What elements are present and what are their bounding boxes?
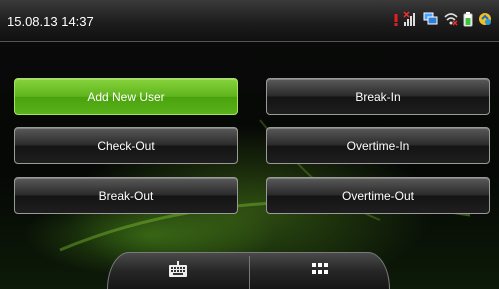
keyboard-icon xyxy=(168,260,188,283)
break-in-button[interactable]: Break-In xyxy=(266,78,490,115)
signal-icon xyxy=(403,10,419,32)
device-screen: 15.08.13 14:37 Add New User Break-In Che… xyxy=(0,0,499,289)
alert-icon xyxy=(393,11,399,32)
overtime-in-button[interactable]: Overtime-In xyxy=(266,127,490,164)
keyboard-button[interactable] xyxy=(108,253,248,289)
battery-icon xyxy=(463,11,473,32)
network-icon xyxy=(423,11,439,32)
sync-icon xyxy=(477,11,493,32)
overtime-out-button[interactable]: Overtime-Out xyxy=(266,177,490,214)
status-datetime: 15.08.13 14:37 xyxy=(7,14,94,29)
wifi-icon xyxy=(443,11,459,32)
add-new-user-button[interactable]: Add New User xyxy=(14,78,238,115)
bottom-dock xyxy=(107,252,390,289)
check-out-button[interactable]: Check-Out xyxy=(14,127,238,164)
status-bar: 15.08.13 14:37 xyxy=(0,0,499,42)
grid-menu-icon xyxy=(311,262,329,281)
main-menu-button[interactable] xyxy=(250,253,390,289)
status-icons xyxy=(393,10,493,32)
break-out-button[interactable]: Break-Out xyxy=(14,177,238,214)
